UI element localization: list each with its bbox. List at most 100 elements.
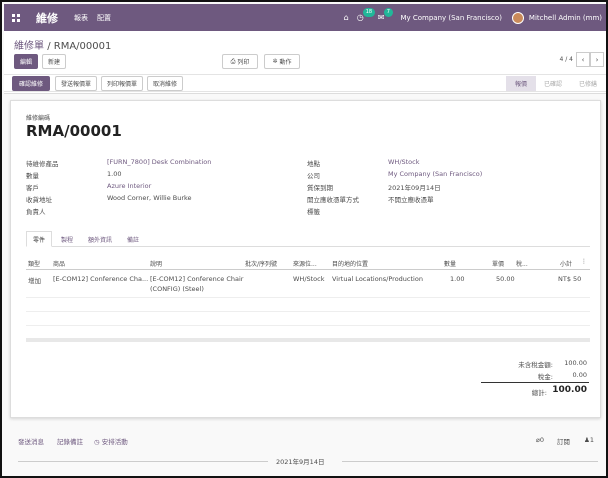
row-divider	[26, 297, 590, 298]
quantity-value: 1.00	[107, 170, 122, 178]
untaxed-label: 未含稅金額:	[518, 361, 553, 369]
pager-value[interactable]: 4 / 4	[560, 56, 573, 63]
breadcrumb: 維修單 / RMA/00001	[14, 37, 111, 52]
field-label: 收貨地址	[26, 196, 52, 204]
field-label: 負責人	[26, 208, 46, 216]
home-icon[interactable]: ⌂	[344, 13, 349, 22]
gear-icon: ✲	[272, 58, 280, 65]
line-quantity: 1.00	[450, 275, 465, 283]
company-value[interactable]: My Company (San Francisco)	[388, 170, 482, 178]
schedule-activity-button[interactable]: ◷ 安排活動	[94, 436, 128, 446]
followers-button[interactable]: ♟1	[584, 436, 594, 444]
pager-arrows: ‹ ›	[576, 52, 604, 67]
column-header[interactable]: 小計	[560, 259, 572, 268]
field-label: 客戶	[26, 184, 39, 192]
untaxed-amount: 100.00	[564, 359, 587, 367]
print-button[interactable]: ⎙ 列印	[222, 54, 258, 69]
column-header[interactable]: 稅...	[516, 259, 528, 268]
print-icon: ⎙	[230, 57, 238, 65]
tab-extra-info[interactable]: 額外資訊	[82, 231, 118, 247]
tab-parts[interactable]: 零件	[26, 231, 52, 247]
line-description-2: (CONFIG) (Steel)	[150, 285, 204, 293]
line-description: [E-COM12] Conference Chair	[150, 275, 244, 283]
field-label: 質保到期	[307, 184, 333, 192]
attachments-button[interactable]: ⌀0	[536, 436, 544, 444]
activities-badge: 18	[362, 8, 376, 17]
column-header[interactable]: 說明	[150, 259, 162, 268]
field-label: 標籤	[307, 208, 320, 216]
pager-next-icon[interactable]: ›	[590, 52, 604, 67]
breadcrumb-separator: /	[47, 41, 51, 52]
menu-reports[interactable]: 報表	[74, 13, 88, 23]
column-header[interactable]: 目的地的位置	[332, 259, 368, 268]
column-header[interactable]: 商品	[53, 259, 65, 268]
cancel-repair-button[interactable]: 取消維修	[147, 76, 183, 91]
app-window: 維修 報表 配置 ⌂ ◷ 18 ✉ 7 My Company (San Fran…	[0, 0, 608, 478]
warranty-expiration-value: 2021年09月14日	[388, 184, 441, 192]
company-switcher[interactable]: My Company (San Francisco)	[400, 14, 501, 22]
line-type: 增加	[28, 277, 41, 285]
log-note-button[interactable]: 記錄備註	[57, 436, 83, 446]
print-quotation-button[interactable]: 列印報價單	[101, 76, 143, 91]
field-label: 地點	[307, 160, 320, 168]
line-source: WH/Stock	[293, 275, 325, 283]
row-divider	[26, 325, 590, 326]
user-avatar[interactable]	[511, 11, 524, 24]
repair-reference: RMA/00001	[26, 122, 122, 140]
tab-notes[interactable]: 備註	[120, 231, 146, 247]
notebook-tabs: 零件 製程 額外資訊 備註	[26, 231, 590, 247]
tab-operations[interactable]: 製程	[54, 231, 80, 247]
stage-repaired[interactable]: 已修繕	[570, 76, 606, 91]
user-menu[interactable]: Mitchell Admin (mm)	[529, 14, 602, 22]
reference-label: 維修編碼	[26, 115, 51, 122]
field-label: 待維修產品	[26, 160, 59, 168]
delivery-address-value[interactable]: Wood Corner, Willie Burke	[107, 194, 192, 202]
stage-quotation[interactable]: 報價	[506, 76, 536, 91]
follow-button[interactable]: 訂閱	[557, 436, 570, 446]
confirm-repair-button[interactable]: 確認維修	[12, 76, 50, 91]
apps-menu-icon[interactable]	[12, 13, 28, 22]
create-button[interactable]: 新建	[42, 54, 66, 69]
total-amount: 100.00	[552, 385, 587, 395]
send-quotation-button[interactable]: 發送報價單	[55, 76, 97, 91]
menu-configuration[interactable]: 配置	[97, 13, 111, 23]
status-bar: 確認維修 發送報價單 列印報價單 取消維修 報價 已確認 已修繕	[4, 74, 606, 92]
product-to-repair[interactable]: [FURN_7800] Desk Combination	[107, 158, 211, 166]
location-value[interactable]: WH/Stock	[388, 158, 420, 166]
breadcrumb-current: RMA/00001	[53, 41, 112, 52]
tax-label: 稅金:	[537, 373, 553, 381]
messages-icon[interactable]: ✉ 7	[378, 8, 393, 22]
field-label: 開立應收憑單方式	[307, 196, 359, 204]
action-button[interactable]: ✲ 動作	[264, 54, 300, 69]
edit-button[interactable]: 編輯	[14, 54, 38, 69]
send-message-button[interactable]: 發送消息	[18, 436, 44, 446]
table-footer	[26, 338, 590, 342]
invoice-method-value: 不開立應收憑單	[388, 196, 434, 204]
chatter: 發送消息 記錄備註 ◷ 安排活動 ⌀0 訂閱 ♟1 2021年9月14日	[4, 428, 606, 476]
row-divider	[26, 311, 590, 312]
app-title[interactable]: 維修	[36, 10, 58, 26]
total-label: 總計:	[531, 389, 547, 397]
breadcrumb-parent[interactable]: 維修單	[14, 41, 44, 52]
line-destination: Virtual Locations/Production	[332, 275, 423, 283]
column-header[interactable]: 數量	[444, 259, 456, 268]
line-subtotal: NT$ 50	[558, 275, 582, 283]
tax-amount: 0.00	[572, 371, 587, 379]
date-separator: 2021年9月14日	[4, 456, 606, 466]
column-header[interactable]: 來源位...	[293, 259, 317, 268]
activities-icon[interactable]: ◷ 18	[357, 8, 376, 22]
customer-value[interactable]: Azure Interior	[107, 182, 151, 190]
column-header[interactable]: 單價	[492, 259, 504, 268]
column-options-icon[interactable]: ⋮	[581, 258, 587, 265]
line-unit-price: 50.00	[496, 275, 515, 283]
field-label: 公司	[307, 172, 320, 180]
stage-confirmed[interactable]: 已確認	[536, 76, 570, 91]
totals-divider	[481, 382, 589, 383]
clock-icon: ◷	[94, 438, 102, 446]
form-sheet: 維修編碼 RMA/00001 待維修產品 [FURN_7800] Desk Co…	[10, 100, 601, 418]
column-header[interactable]: 類型	[28, 259, 40, 268]
pager-previous-icon[interactable]: ‹	[576, 52, 590, 67]
column-header[interactable]: 批次/序列號	[245, 259, 277, 268]
messages-badge: 7	[383, 8, 393, 17]
field-label: 數量	[26, 172, 39, 180]
